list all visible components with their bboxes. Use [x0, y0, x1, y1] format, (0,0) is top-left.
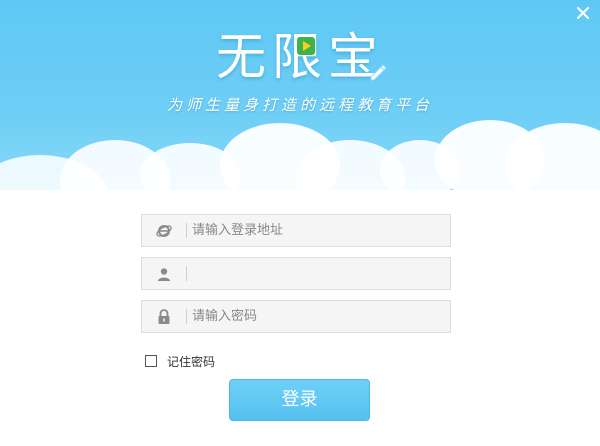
slogan: 为师生量身打造的远程教育平台 — [166, 96, 433, 114]
pencil-icon — [370, 64, 387, 81]
remember-label: 记住密码 — [167, 354, 216, 369]
username-separator — [186, 266, 187, 281]
username-input[interactable] — [192, 258, 442, 289]
address-icon-box — [142, 215, 186, 246]
address-input[interactable] — [192, 215, 442, 246]
close-icon — [577, 7, 589, 19]
ie-browser-icon — [156, 224, 172, 237]
password-input[interactable] — [192, 301, 442, 332]
address-field[interactable] — [141, 214, 451, 247]
lock-icon-box — [142, 301, 186, 332]
remember-password[interactable]: 记住密码 — [145, 353, 215, 369]
address-separator — [186, 223, 187, 238]
logo: 无限宝 — [0, 22, 600, 92]
username-field[interactable] — [141, 257, 451, 290]
password-field[interactable] — [141, 300, 451, 333]
lock-icon — [158, 309, 170, 324]
logo-text: 无限宝 — [216, 28, 384, 86]
play-icon — [297, 37, 315, 55]
user-icon-box — [142, 258, 186, 289]
login-button[interactable]: 登录 — [229, 379, 370, 421]
password-separator — [186, 309, 187, 324]
user-icon — [158, 267, 170, 281]
remember-checkbox[interactable] — [145, 355, 157, 367]
